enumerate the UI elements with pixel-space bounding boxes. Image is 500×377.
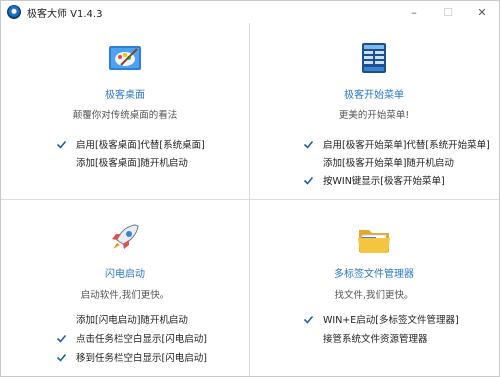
option-label: 点击任务栏空白显示[闪电启动] (76, 334, 207, 345)
title-bar[interactable]: 极客大师 V1.4.3 – ☐ ✕ (1, 1, 499, 23)
checkbox[interactable] (302, 313, 315, 326)
panel-subtitle: 颠覆你对传统桌面的看法 (72, 110, 178, 121)
option-win-key-shows-start-menu[interactable]: 按WIN键显示[极客开始菜单] (302, 173, 445, 187)
checkbox[interactable] (55, 138, 68, 151)
maximize-button[interactable]: ☐ (431, 1, 465, 23)
option-win-e-launch-file-manager[interactable]: WIN+E启动[多标签文件管理器] (302, 312, 459, 326)
window-title: 极客大师 V1.4.3 (27, 8, 103, 20)
option-geek-start-menu-autostart[interactable]: 添加[极客开始菜单]随开机启动 (302, 155, 454, 169)
option-click-taskbar-show-lightning[interactable]: 点击任务栏空白显示[闪电启动] (55, 331, 207, 345)
option-hover-taskbar-show-lightning[interactable]: 移到任务栏空白显示[闪电启动] (55, 350, 207, 364)
checkbox[interactable] (302, 138, 315, 151)
checkbox[interactable] (302, 156, 315, 169)
option-label: 启用[极客开始菜单]代替[系统开始菜单] (323, 140, 490, 151)
start-menu-icon (356, 41, 392, 73)
app-logo-icon (7, 5, 21, 19)
panel-title: 极客开始菜单 (344, 90, 404, 101)
panel-subtitle: 启动软件,我们更快。 (80, 290, 170, 301)
checkbox[interactable] (302, 174, 315, 187)
desktop-paint-icon (107, 43, 143, 75)
option-label: 接管系统文件资源管理器 (323, 334, 428, 345)
option-label: 添加[极客开始菜单]随开机启动 (323, 158, 454, 169)
panel-title: 多标签文件管理器 (334, 269, 414, 280)
panel-subtitle: 找文件,我们更快。 (334, 290, 414, 301)
panel-geek-desktop: 极客桌面 颠覆你对传统桌面的看法 启用[极客桌面]代替[系统桌面] 添加[极客桌… (1, 23, 249, 199)
panel-subtitle: 更美的开始菜单! (338, 110, 410, 121)
option-label: WIN+E启动[多标签文件管理器] (323, 315, 459, 326)
checkbox[interactable] (302, 332, 315, 345)
panel-lightning-launch: 闪电启动 启动软件,我们更快。 添加[闪电启动]随开机启动 点击任务栏空白显示[… (1, 200, 249, 376)
option-replace-system-explorer[interactable]: 接管系统文件资源管理器 (302, 331, 428, 345)
panel-multi-tab-file-manager: 多标签文件管理器 找文件,我们更快。 WIN+E启动[多标签文件管理器] 接管系… (250, 200, 498, 376)
option-label: 按WIN键显示[极客开始菜单] (323, 176, 445, 187)
option-label: 启用[极客桌面]代替[系统桌面] (76, 140, 205, 151)
checkbox[interactable] (55, 351, 68, 364)
option-enable-geek-desktop[interactable]: 启用[极客桌面]代替[系统桌面] (55, 137, 205, 151)
minimize-button[interactable]: – (397, 1, 431, 23)
checkbox[interactable] (55, 332, 68, 345)
checkbox[interactable] (55, 156, 68, 169)
panel-geek-start-menu: 极客开始菜单 更美的开始菜单! 启用[极客开始菜单]代替[系统开始菜单] 添加[… (250, 23, 498, 199)
option-geek-desktop-autostart[interactable]: 添加[极客桌面]随开机启动 (55, 155, 188, 169)
app-window: 极客大师 V1.4.3 – ☐ ✕ 极客桌面 颠覆你对传统桌面的看法 启用[极客… (0, 0, 500, 377)
rocket-icon (107, 222, 143, 254)
option-label: 添加[闪电启动]随开机启动 (76, 315, 188, 326)
option-label: 添加[极客桌面]随开机启动 (76, 158, 188, 169)
folder-icon (356, 224, 392, 256)
option-label: 移到任务栏空白显示[闪电启动] (76, 353, 207, 364)
option-enable-geek-start-menu[interactable]: 启用[极客开始菜单]代替[系统开始菜单] (302, 137, 490, 151)
option-lightning-autostart[interactable]: 添加[闪电启动]随开机启动 (55, 312, 188, 326)
window-controls: – ☐ ✕ (397, 1, 499, 23)
panel-title: 极客桌面 (105, 90, 145, 101)
panel-title: 闪电启动 (105, 269, 145, 280)
close-button[interactable]: ✕ (465, 1, 499, 23)
checkbox[interactable] (55, 313, 68, 326)
